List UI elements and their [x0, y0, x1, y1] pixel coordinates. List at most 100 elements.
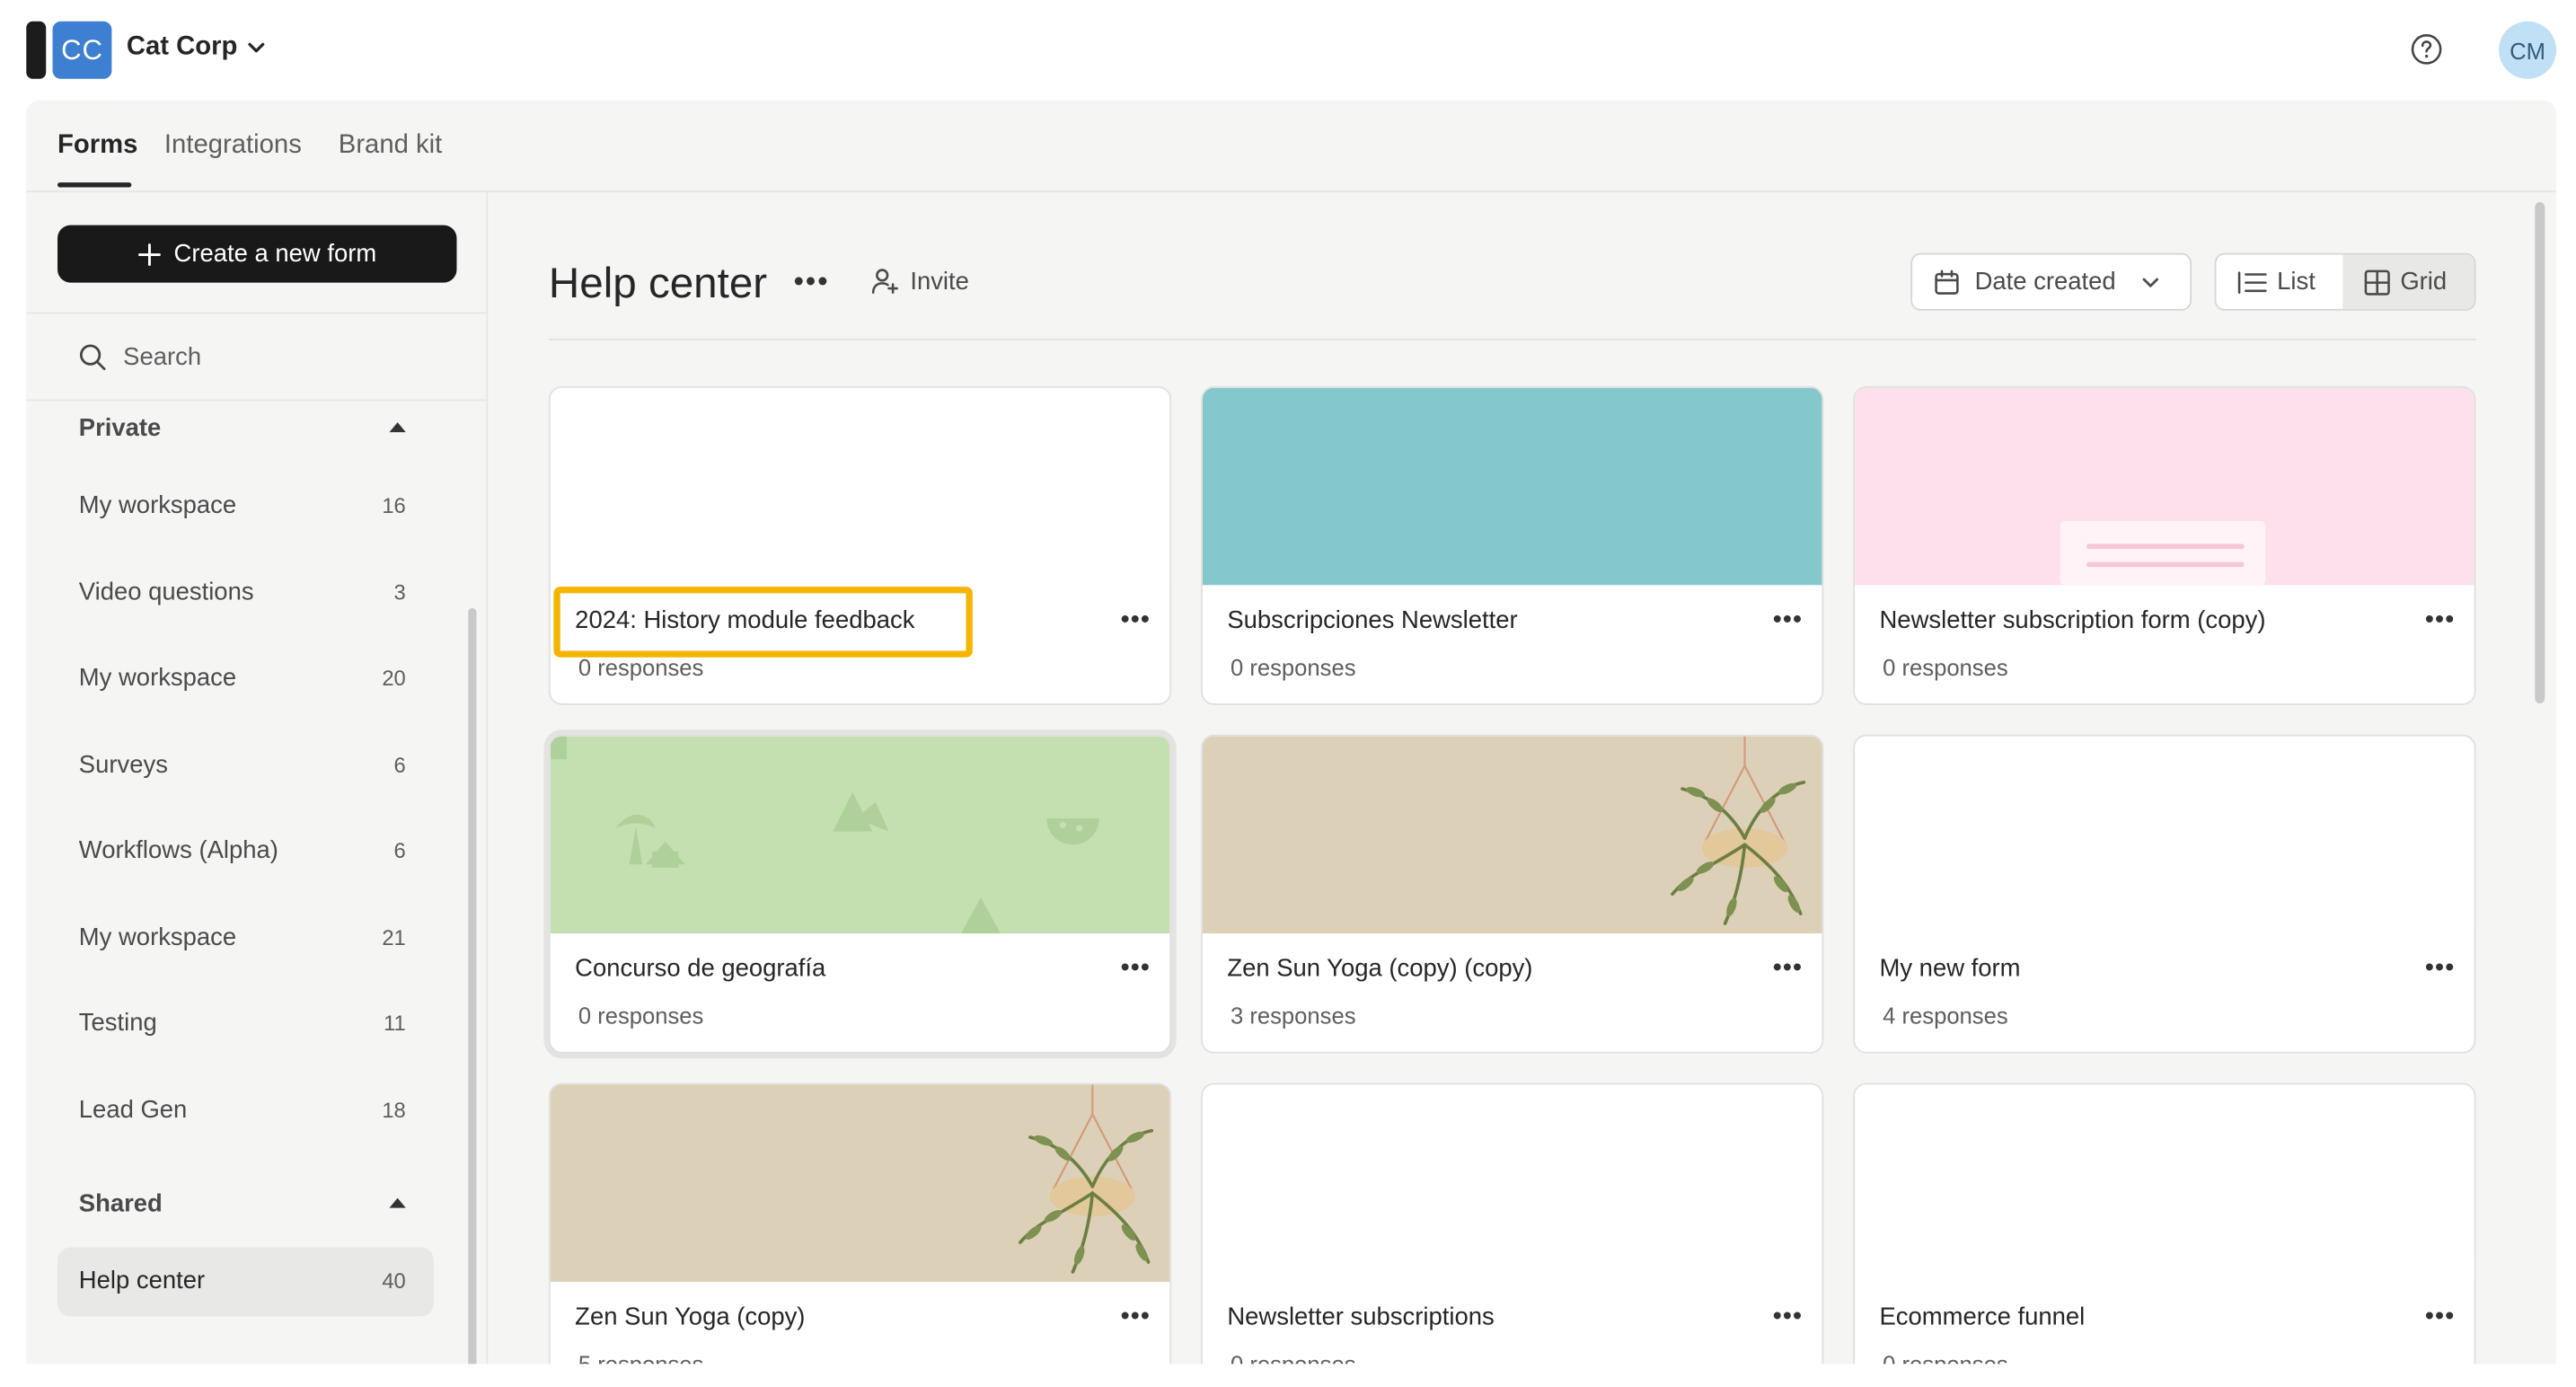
- chevron-down-icon: [247, 42, 264, 53]
- search-icon: [79, 344, 106, 371]
- form-response-count: 0 responses: [1883, 654, 2008, 681]
- form-card[interactable]: Concurso de geografía 0 responses •••: [548, 734, 1172, 1054]
- sidebar-item-label: Testing: [78, 1009, 157, 1038]
- sidebar-item-workflows[interactable]: Workflows (Alpha) 6: [57, 817, 434, 886]
- form-title: 2024: History module feedback: [575, 606, 915, 635]
- sidebar-item-count: 18: [382, 1098, 406, 1123]
- sidebar-item-label: Workflows (Alpha): [78, 836, 278, 865]
- sidebar-item-my-workspace[interactable]: My workspace 21: [57, 904, 434, 973]
- active-tab-indicator: [57, 182, 132, 188]
- calendar-icon: [1935, 269, 1959, 294]
- form-card[interactable]: Newsletter subscriptions 0 responses •••: [1201, 1082, 1824, 1365]
- tab-integrations[interactable]: Integrations: [164, 131, 302, 161]
- page-title: Help center: [548, 258, 768, 308]
- tab-forms[interactable]: Forms: [57, 131, 137, 161]
- content-scrollbar[interactable]: [2535, 202, 2545, 703]
- form-response-count: 0 responses: [1230, 1350, 1356, 1365]
- sidebar-item-count: 21: [382, 924, 406, 950]
- collapse-shared-icon[interactable]: [389, 1197, 406, 1208]
- sidebar-item-label: Surveys: [78, 751, 168, 780]
- collapse-private-icon[interactable]: [389, 422, 406, 433]
- form-more-options-icon[interactable]: •••: [1773, 1303, 1803, 1333]
- workspace-logo[interactable]: CC: [52, 21, 112, 79]
- sidebar-item-count: 11: [384, 1011, 406, 1036]
- sidebar-item-help-center[interactable]: Help center 40: [57, 1247, 434, 1317]
- sidebar-item-count: 6: [393, 752, 406, 778]
- sidebar-item-count: 16: [382, 492, 406, 518]
- form-more-options-icon[interactable]: •••: [1773, 606, 1803, 636]
- sort-dropdown[interactable]: Date created: [1910, 252, 2192, 311]
- form-card[interactable]: Zen Sun Yoga (copy) 5 responses •••: [548, 1082, 1172, 1365]
- form-cover-blank: [1202, 1084, 1822, 1282]
- form-response-count: 0 responses: [1230, 654, 1356, 681]
- create-form-label: Create a new form: [173, 240, 377, 269]
- sidebar-item-count: 40: [382, 1268, 406, 1294]
- form-cover-green: [550, 736, 1170, 934]
- create-form-button[interactable]: Create a new form: [57, 225, 457, 283]
- form-cover-blank: [550, 387, 1170, 586]
- sidebar-item-testing[interactable]: Testing 11: [57, 989, 434, 1058]
- form-title: My new form: [1879, 954, 2021, 983]
- sidebar-item-count: 20: [382, 665, 406, 691]
- top-bar: CC Cat Corp CM: [0, 0, 2576, 101]
- form-cover-blank: [1855, 1084, 2475, 1282]
- form-card[interactable]: Zen Sun Yoga (copy) (copy) 3 responses •…: [1201, 734, 1824, 1054]
- form-more-options-icon[interactable]: •••: [1120, 606, 1150, 636]
- form-response-count: 0 responses: [578, 654, 704, 681]
- form-response-count: 5 responses: [578, 1350, 704, 1365]
- sort-label: Date created: [1974, 268, 2116, 296]
- view-toggle: List Grid: [2214, 252, 2476, 311]
- chevron-down-icon: [2142, 277, 2158, 287]
- form-more-options-icon[interactable]: •••: [2425, 955, 2455, 985]
- form-title: Newsletter subscriptions: [1227, 1303, 1495, 1331]
- form-title: Newsletter subscription form (copy): [1879, 606, 2266, 635]
- form-more-options-icon[interactable]: •••: [2425, 606, 2455, 636]
- form-more-options-icon[interactable]: •••: [2425, 1303, 2455, 1333]
- window-bottom-edge: [0, 1364, 2576, 1387]
- form-cover-plant: [550, 1084, 1170, 1282]
- form-more-options-icon[interactable]: •••: [1120, 1303, 1150, 1333]
- form-cover-blank: [1855, 736, 2475, 934]
- tab-brand-kit[interactable]: Brand kit: [339, 131, 442, 161]
- sidebar-item-count: 6: [393, 837, 406, 863]
- sidebar-item-label: Lead Gen: [78, 1096, 188, 1125]
- grid-view-button[interactable]: Grid: [2342, 254, 2475, 309]
- sidebar-item-surveys[interactable]: Surveys 6: [57, 731, 434, 800]
- form-cover-pink: [1855, 387, 2475, 586]
- list-view-button[interactable]: List: [2216, 255, 2342, 309]
- form-cover-plant: [1202, 736, 1822, 934]
- workspace-name-dropdown[interactable]: Cat Corp: [127, 33, 266, 63]
- help-icon[interactable]: [2410, 33, 2443, 66]
- form-preview-illustration: [2060, 520, 2266, 586]
- form-card[interactable]: 2024: History module feedback 0 response…: [548, 385, 1172, 705]
- shared-section-header[interactable]: Shared: [79, 1189, 163, 1217]
- sidebar-item-my-workspace[interactable]: My workspace 20: [57, 644, 434, 713]
- main-panel: Forms Integrations Brand kit Create a ne…: [26, 100, 2557, 1365]
- invite-button[interactable]: Invite: [870, 266, 969, 296]
- divider: [26, 399, 487, 402]
- sidebar: Create a new form Search Private My work…: [26, 192, 489, 1365]
- form-title: Concurso de geografía: [575, 954, 826, 983]
- grid-view-label: Grid: [2400, 268, 2448, 296]
- divider: [548, 338, 2476, 340]
- workspace-more-options-icon[interactable]: •••: [793, 265, 829, 299]
- sidebar-scrollbar[interactable]: [468, 607, 477, 1365]
- sidebar-item-label: My workspace: [78, 664, 237, 693]
- sidebar-item-count: 3: [393, 579, 406, 605]
- form-more-options-icon[interactable]: •••: [1773, 955, 1803, 985]
- plus-icon: [137, 243, 161, 266]
- user-avatar[interactable]: CM: [2499, 21, 2557, 79]
- form-card[interactable]: Subscripciones Newsletter 0 responses ••…: [1201, 385, 1824, 705]
- sidebar-item-my-workspace[interactable]: My workspace 16: [57, 472, 434, 541]
- private-section-header[interactable]: Private: [79, 414, 162, 442]
- sidebar-item-lead-gen[interactable]: Lead Gen 18: [57, 1076, 434, 1145]
- form-response-count: 3 responses: [1230, 1002, 1356, 1029]
- form-more-options-icon[interactable]: •••: [1120, 955, 1150, 985]
- geography-illustration: [550, 736, 1099, 934]
- workspace-search[interactable]: Search: [79, 343, 201, 371]
- form-card[interactable]: My new form 4 responses •••: [1853, 734, 2476, 1054]
- sidebar-item-video-questions[interactable]: Video questions 3: [57, 559, 434, 628]
- form-card[interactable]: Ecommerce funnel 0 responses •••: [1853, 1082, 2476, 1365]
- workspace-switcher-strip[interactable]: [26, 21, 47, 79]
- form-card[interactable]: Newsletter subscription form (copy) 0 re…: [1853, 385, 2476, 705]
